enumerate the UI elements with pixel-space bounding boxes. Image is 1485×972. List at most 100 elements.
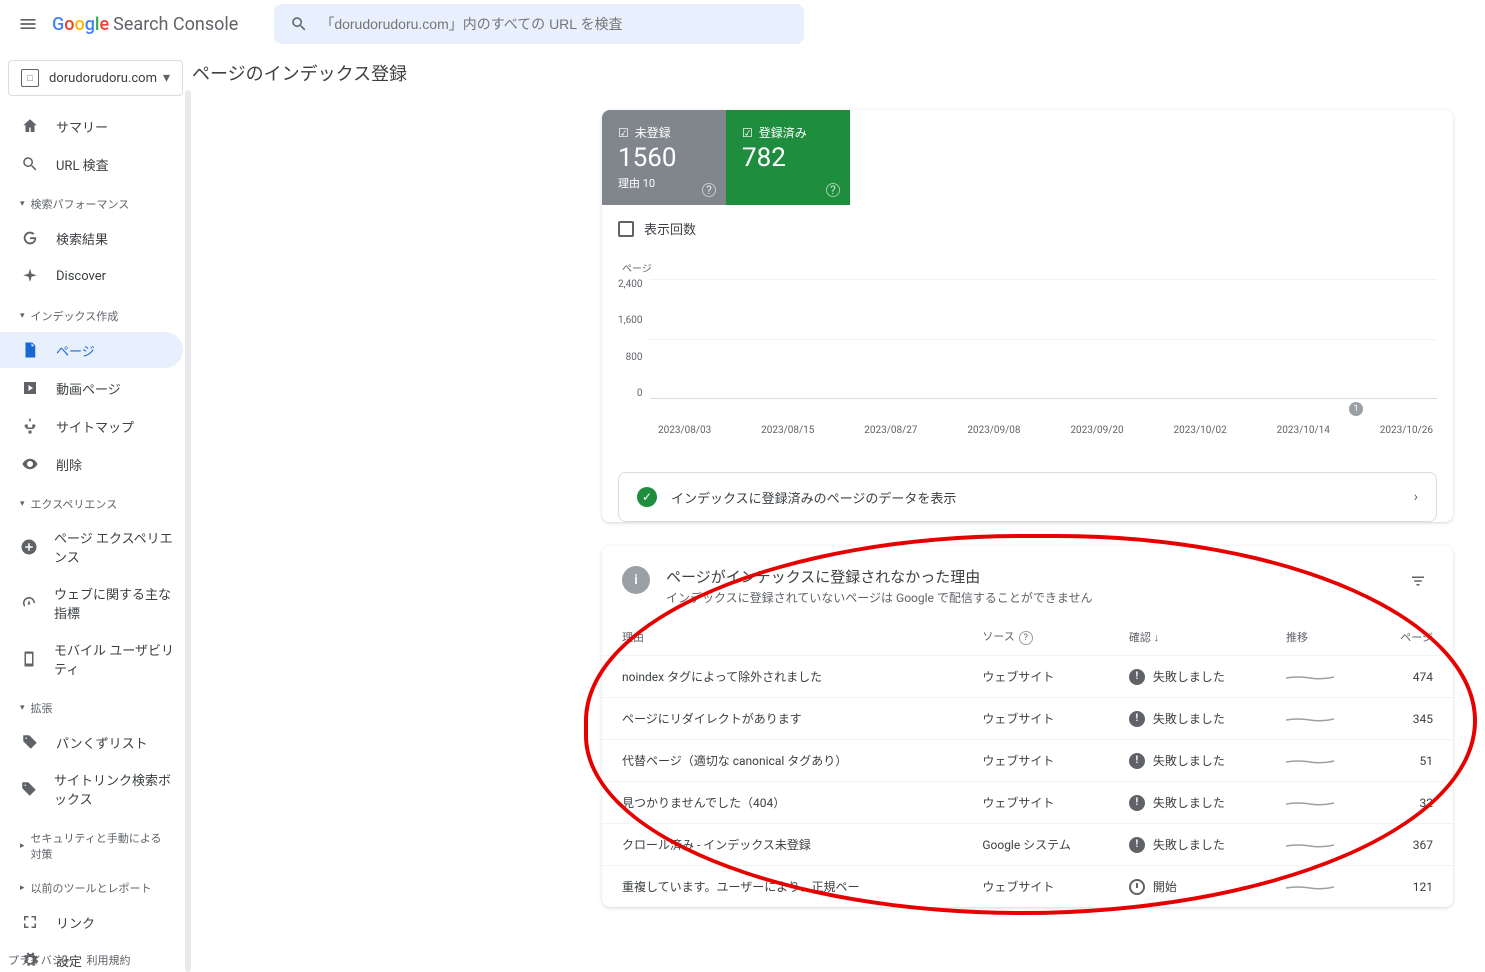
nav-label: サイトマップ [56,417,134,436]
nav-pages[interactable]: ページ [0,332,183,368]
url-inspect-searchbar[interactable] [274,4,804,44]
nav-label: URL 検査 [56,155,109,174]
google-g-icon [20,228,40,248]
filter-button[interactable] [1403,566,1433,596]
table-row[interactable]: 代替ページ（適切な canonical タグあり）ウェブサイト!失敗しました51 [602,740,1453,782]
sparkline-icon [1286,839,1334,851]
nav-sitelink-searchbox[interactable]: サイトリンク検索ボックス [0,762,183,816]
cell-reason: クロール済み - インデックス未登録 [602,824,974,866]
nav-section-security[interactable]: ▸セキュリティと手動による対策 [0,818,191,868]
status-indexed[interactable]: ☑登録済み 782 ? [726,110,850,205]
nav-label: ウェブに関する主な指標 [54,584,175,622]
tag-icon [20,779,38,799]
search-input[interactable] [320,16,788,32]
plus-circle-icon [20,537,38,557]
sparkline-icon [1286,797,1334,809]
help-icon[interactable]: ? [1019,631,1033,645]
table-row[interactable]: クロール済み - インデックス未登録Google システム!失敗しました367 [602,824,1453,866]
chart-marker[interactable]: 1 [1349,402,1363,416]
info-icon: i [622,566,650,594]
sitemap-icon [20,416,40,436]
col-reason[interactable]: 理由 [602,618,974,656]
cell-reason: ページにリダイレクトがあります [602,698,974,740]
nav-removals[interactable]: 削除 [0,446,183,482]
discover-icon [20,266,40,286]
table-row[interactable]: 重複しています。ユーザーにより、正規ペーウェブサイト開始121 [602,866,1453,908]
cell-source: ウェブサイト [974,656,1121,698]
nav-section-enhancements[interactable]: ▾拡張 [0,688,191,722]
nav-label: リンク [56,913,95,932]
nav-breadcrumbs[interactable]: パンくずリスト [0,724,183,760]
sparkline-icon [1286,671,1334,683]
hide-icon [20,454,40,474]
privacy-link[interactable]: プライバシー [8,954,74,967]
table-row[interactable]: ページにリダイレクトがありますウェブサイト!失敗しました345 [602,698,1453,740]
nav-section-legacy[interactable]: ▸以前のツールとレポート [0,868,191,902]
col-validation[interactable]: 確認 ↓ [1121,618,1278,656]
cell-trend [1278,782,1368,824]
terms-link[interactable]: 利用規約 [87,954,131,967]
nav-links[interactable]: リンク [0,904,183,940]
mobile-icon [20,649,38,669]
property-selector[interactable]: □ dorudorudoru.com ▾ [8,60,183,96]
clock-icon [1129,879,1145,895]
speed-icon [20,593,38,613]
main-content: ページのインデックス登録 ☑未登録 1560 理由 10 ? ☑登録済み 782… [192,0,1485,972]
nav-page-experience[interactable]: ページ エクスペリエンス [0,520,183,574]
cell-reason: 代替ページ（適切な canonical タグあり） [602,740,974,782]
impressions-toggle[interactable]: 表示回数 [602,205,1453,252]
video-icon [20,378,40,398]
index-chart: ページ 2,4001,6008000 1 2023/08/032023/08/1… [602,252,1453,456]
nav-label: モバイル ユーザビリティ [54,640,175,678]
col-trend[interactable]: 推移 [1278,618,1368,656]
cell-pages: 121 [1368,866,1453,908]
sparkline-icon [1286,713,1334,725]
cell-reason: noindex タグによって除外されました [602,656,974,698]
sidebar: □ dorudorudoru.com ▾ サマリー URL 検査 ▾検索パフォー… [0,0,192,972]
search-icon [290,15,308,33]
domain-icon: □ [21,69,39,87]
chevron-right-icon: › [1414,489,1418,505]
nav-section-performance[interactable]: ▾検索パフォーマンス [0,184,191,218]
cell-status: !失敗しました [1129,794,1270,811]
nav-summary[interactable]: サマリー [0,108,183,144]
error-icon: ! [1129,669,1145,685]
nav-discover[interactable]: Discover [0,258,183,294]
property-name: dorudorudoru.com [49,71,163,86]
nav-url-inspect[interactable]: URL 検査 [0,146,183,182]
nav-label: サマリー [56,117,108,136]
status-not-indexed[interactable]: ☑未登録 1560 理由 10 ? [602,110,726,205]
help-icon[interactable]: ? [826,183,840,197]
menu-icon [18,14,38,34]
not-indexed-count: 1560 [618,143,710,173]
hamburger-menu-button[interactable] [8,4,48,44]
table-row[interactable]: 見つかりませんでした（404）ウェブサイト!失敗しました32 [602,782,1453,824]
error-icon: ! [1129,795,1145,811]
nav-core-web-vitals[interactable]: ウェブに関する主な指標 [0,576,183,630]
col-source[interactable]: ソース? [974,618,1121,656]
cell-source: ウェブサイト [974,866,1121,908]
cell-reason: 重複しています。ユーザーにより、正規ペー [602,866,974,908]
nav-search-results[interactable]: 検索結果 [0,220,183,256]
nav-section-index[interactable]: ▾インデックス作成 [0,296,191,330]
cell-source: ウェブサイト [974,698,1121,740]
table-row[interactable]: noindex タグによって除外されましたウェブサイト!失敗しました474 [602,656,1453,698]
checkbox-icon [618,221,634,237]
cell-trend [1278,824,1368,866]
nav-mobile-usability[interactable]: モバイル ユーザビリティ [0,632,183,686]
nav-video-pages[interactable]: 動画ページ [0,370,183,406]
help-icon[interactable]: ? [702,183,716,197]
col-pages[interactable]: ページ [1368,618,1453,656]
page-title: ページのインデックス登録 [192,60,1453,86]
view-indexed-data-banner[interactable]: ✓ インデックスに登録済みのページのデータを表示 › [618,472,1437,522]
nav-label: パンくずリスト [56,733,148,752]
cell-source: Google システム [974,824,1121,866]
filter-icon [1409,572,1427,590]
nav-label: 動画ページ [56,379,121,398]
nav-sitemaps[interactable]: サイトマップ [0,408,183,444]
cell-status: !失敗しました [1129,752,1270,769]
not-indexed-reasons-card: i ページがインデックスに登録されなかった理由 インデックスに登録されていないペ… [602,546,1453,907]
nav-label: サイトリンク検索ボックス [54,770,175,808]
nav-section-experience[interactable]: ▾エクスペリエンス [0,484,191,518]
home-icon [20,116,40,136]
